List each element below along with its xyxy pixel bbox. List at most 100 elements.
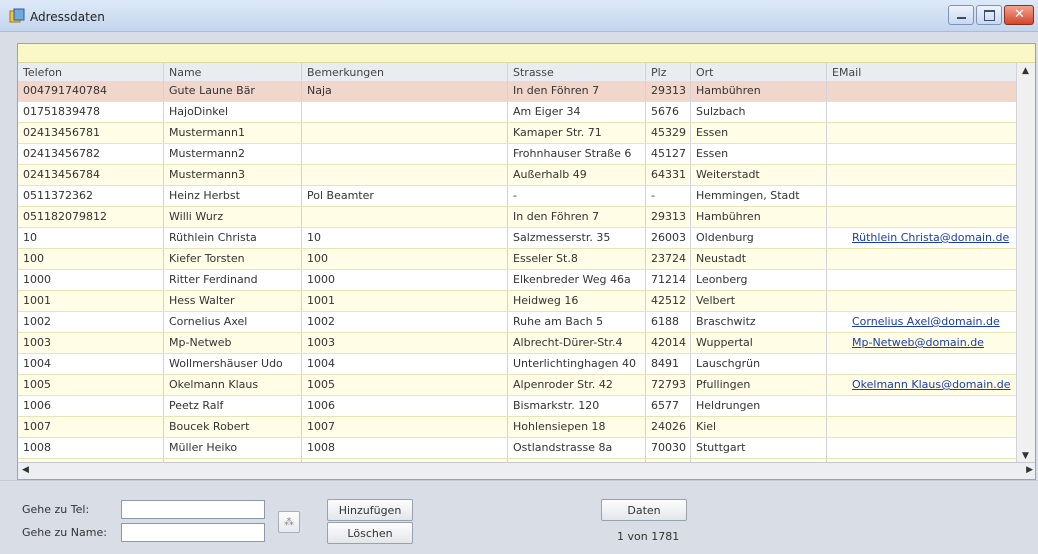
table-row[interactable]: 02413456781 Mustermann1 Kamaper Str. 71 453…: [18, 123, 1035, 144]
email-link[interactable]: Mp-Netweb@domain.de: [832, 336, 984, 349]
table-cell-plz: 29313: [646, 207, 691, 227]
scroll-up-icon[interactable]: ▲: [1022, 66, 1029, 76]
vertical-scrollbar[interactable]: ▲ ▼: [1016, 63, 1035, 464]
table-cell-bemerkungen: [302, 123, 508, 143]
column-header-telefon[interactable]: Telefon: [18, 63, 164, 81]
table-row[interactable]: 01751839478 HajoDinkel Am Eiger 34 5676 Sulz…: [18, 102, 1035, 123]
table-cell-email[interactable]: Rüthlein Christa@domain.de: [827, 228, 1035, 248]
table-cell-name: Kiefer Torsten: [164, 249, 302, 269]
scroll-down-icon[interactable]: ▼: [1022, 451, 1029, 461]
maximize-icon: [984, 10, 995, 21]
table-cell-bemerkungen: [302, 144, 508, 164]
table-cell-bemerkungen: 1007: [302, 417, 508, 437]
table-cell-email[interactable]: Cornelius Axel@domain.de: [827, 312, 1035, 332]
table-cell-strasse: Esseler St.8: [508, 249, 646, 269]
table-cell-name: Cornelius Axel: [164, 312, 302, 332]
table-cell-plz: 6577: [646, 396, 691, 416]
email-link[interactable]: Okelmann Klaus@domain.de: [832, 378, 1011, 391]
data-button[interactable]: Daten: [601, 499, 687, 521]
column-header-ort[interactable]: Ort: [691, 63, 827, 81]
table-cell-plz: 26003: [646, 228, 691, 248]
column-header-strasse[interactable]: Strasse: [508, 63, 646, 81]
column-header-plz[interactable]: Plz: [646, 63, 691, 81]
table-cell-name: Wollmershäuser Udo: [164, 354, 302, 374]
table-cell-plz: 42512: [646, 291, 691, 311]
lookup-button[interactable]: ⁂: [278, 511, 300, 533]
table-cell-telefon: 1000: [18, 270, 164, 290]
table-cell-strasse: Albrecht-Dürer-Str.4: [508, 333, 646, 353]
close-button[interactable]: ✕: [1004, 5, 1034, 25]
column-header-email[interactable]: EMail: [827, 63, 1035, 81]
table-row[interactable]: 1003 Mp-Netweb 1003 Albrecht-Dürer-Str.4 420…: [18, 333, 1035, 354]
table-cell-plz: 64331: [646, 165, 691, 185]
table-row[interactable]: 0511372362 Heinz Herbst Pol Beamter - - Hemmi…: [18, 186, 1035, 207]
table-cell-strasse: Bismarkstr. 120: [508, 396, 646, 416]
table-cell-plz: -: [646, 186, 691, 206]
table-row[interactable]: 10 Rüthlein Christa 10 Salzmesserstr. 35 260…: [18, 228, 1035, 249]
table-row[interactable]: 1000 Ritter Ferdinand 1000 Elkenbreder Weg …: [18, 270, 1035, 291]
table-cell-name: Heinz Herbst: [164, 186, 302, 206]
table-cell-name: Boucek Robert: [164, 417, 302, 437]
table-cell-ort: Oldenburg: [691, 228, 827, 248]
table-cell-ort: Weiterstadt: [691, 165, 827, 185]
table-row[interactable]: 004791740784 Gute Laune Bär Naja In den Föh…: [18, 81, 1035, 102]
record-counter: 1 von 1781: [617, 530, 680, 543]
table-cell-strasse: Ruhe am Bach 5: [508, 312, 646, 332]
table-cell-ort: Essen: [691, 123, 827, 143]
table-cell-strasse: Außerhalb 49: [508, 165, 646, 185]
table-cell-telefon: 01751839478: [18, 102, 164, 122]
address-grid[interactable]: Telefon Name Bemerkungen Strasse Plz Ort EMail…: [17, 43, 1036, 480]
maximize-button[interactable]: [976, 5, 1002, 25]
table-cell-telefon: 1008: [18, 438, 164, 458]
table-row[interactable]: 1001 Hess Walter 1001 Heidweg 16 42512 Velber…: [18, 291, 1035, 312]
table-cell-ort: Wuppertal: [691, 333, 827, 353]
goto-name-input[interactable]: [121, 523, 265, 542]
email-link[interactable]: Cornelius Axel@domain.de: [832, 315, 1000, 328]
column-header-bemerkungen[interactable]: Bemerkungen: [302, 63, 508, 81]
window-title: Adressdaten: [30, 10, 105, 24]
email-link[interactable]: Rüthlein Christa@domain.de: [832, 231, 1009, 244]
delete-button[interactable]: Löschen: [327, 522, 413, 544]
table-row[interactable]: 1004 Wollmershäuser Udo 1004 Unterlichtingh…: [18, 354, 1035, 375]
table-row[interactable]: 02413456784 Mustermann3 Außerhalb 49 64331 W…: [18, 165, 1035, 186]
table-row[interactable]: 1007 Boucek Robert 1007 Hohlensiepen 18 2402…: [18, 417, 1035, 438]
table-cell-telefon: 0511372362: [18, 186, 164, 206]
lookup-icon: ⁂: [284, 516, 294, 528]
table-cell-telefon: 1001: [18, 291, 164, 311]
table-cell-strasse: Elkenbreder Weg 46a: [508, 270, 646, 290]
table-row[interactable]: 1006 Peetz Ralf 1006 Bismarkstr. 120 6577 Hel…: [18, 396, 1035, 417]
table-cell-bemerkungen: 1003: [302, 333, 508, 353]
table-row[interactable]: 100 Kiefer Torsten 100 Esseler St.8 23724 Neu…: [18, 249, 1035, 270]
table-cell-name: HajoDinkel: [164, 102, 302, 122]
table-row[interactable]: 051182079812 Willi Wurz In den Föhren 7 293…: [18, 207, 1035, 228]
table-cell-email: [827, 438, 1035, 458]
table-cell-email: [827, 123, 1035, 143]
table-cell-email[interactable]: Mp-Netweb@domain.de: [827, 333, 1035, 353]
table-cell-plz: 24026: [646, 417, 691, 437]
table-cell-email: [827, 207, 1035, 227]
table-cell-telefon: 1002: [18, 312, 164, 332]
horizontal-scrollbar[interactable]: ◀ ▶: [18, 462, 1035, 479]
table-cell-ort: Velbert: [691, 291, 827, 311]
table-row[interactable]: 02413456782 Mustermann2 Frohnhauser Straße…: [18, 144, 1035, 165]
table-cell-plz: 70030: [646, 438, 691, 458]
table-cell-bemerkungen: 10: [302, 228, 508, 248]
minimize-button[interactable]: [948, 5, 974, 25]
table-row[interactable]: 1005 Okelmann Klaus 1005 Alpenroder Str. 42…: [18, 375, 1035, 396]
table-cell-telefon: 02413456784: [18, 165, 164, 185]
table-cell-ort: Kiel: [691, 417, 827, 437]
column-header-name[interactable]: Name: [164, 63, 302, 81]
table-cell-bemerkungen: 1005: [302, 375, 508, 395]
goto-tel-input[interactable]: [121, 500, 265, 519]
scroll-left-icon[interactable]: ◀: [22, 465, 29, 475]
table-row[interactable]: 1002 Cornelius Axel 1002 Ruhe am Bach 5 6188…: [18, 312, 1035, 333]
add-button[interactable]: Hinzufügen: [327, 499, 413, 521]
table-cell-bemerkungen: 1000: [302, 270, 508, 290]
table-row[interactable]: 1008 Müller Heiko 1008 Ostlandstrasse 8a 700…: [18, 438, 1035, 459]
table-cell-plz: 6188: [646, 312, 691, 332]
table-cell-ort: Stuttgart: [691, 438, 827, 458]
scroll-right-icon[interactable]: ▶: [1026, 465, 1033, 475]
table-cell-email: [827, 186, 1035, 206]
filter-row[interactable]: [18, 44, 1035, 63]
table-cell-email[interactable]: Okelmann Klaus@domain.de: [827, 375, 1035, 395]
